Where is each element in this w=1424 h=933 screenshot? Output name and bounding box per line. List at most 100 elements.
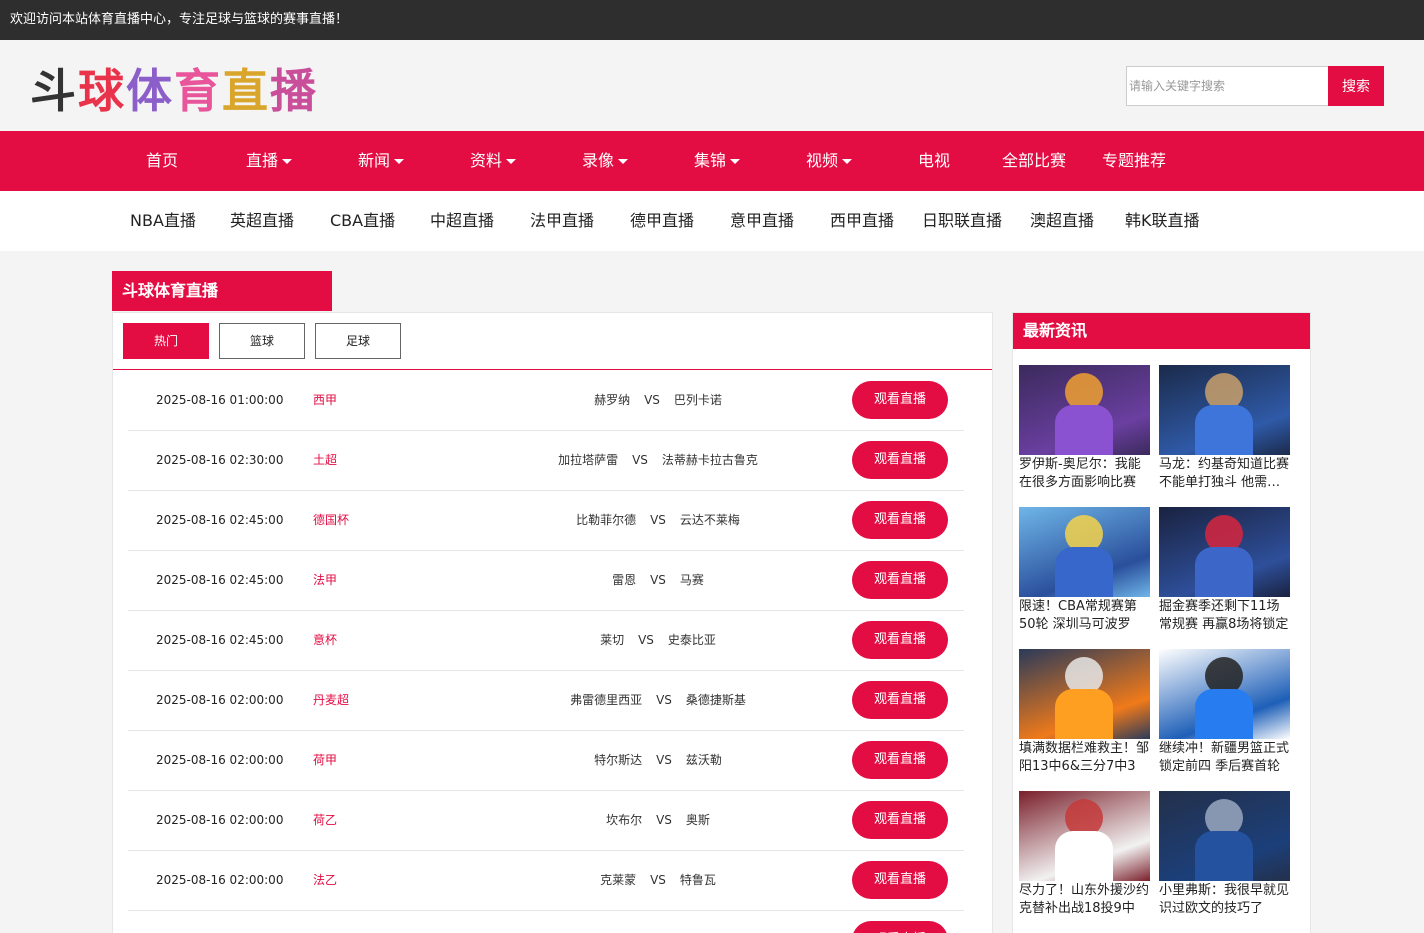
away-team: 法蒂赫卡拉古鲁克 (661, 453, 758, 467)
news-thumbnail[interactable] (1159, 791, 1290, 881)
news-card[interactable]: 罗伊斯-奥尼尔：我能在很多方面影响比赛 (1019, 365, 1151, 492)
nav-item-video[interactable]: 视频 (806, 131, 853, 191)
news-caption[interactable]: 继续冲！新疆男篮正式锁定前四 季后赛首轮 (1159, 740, 1291, 776)
news-caption[interactable]: 尽力了！山东外援沙约克替补出战18投9中 (1019, 882, 1151, 918)
watch-live-button[interactable]: 观看直播 (852, 741, 948, 779)
watch-live-button[interactable]: 观看直播 (852, 501, 948, 539)
match-row: 2025-08-16 02:30:00 土超 加拉塔萨雷 VS 法蒂赫卡拉古鲁克 观看直播 (128, 431, 964, 491)
nav-item-topics[interactable]: 专题推荐 (1102, 131, 1166, 191)
logo-char: 体 (126, 64, 174, 118)
watch-live-button[interactable]: 观看直播 (852, 921, 948, 933)
league-link-epl[interactable]: 英超直播 (230, 191, 294, 251)
watch-live-button[interactable]: 观看直播 (852, 561, 948, 599)
home-team: 雷恩 (612, 573, 637, 587)
player-figure (1055, 547, 1113, 597)
news-thumbnail[interactable] (1019, 649, 1150, 739)
news-thumbnail[interactable] (1159, 507, 1290, 597)
league-link-jleague[interactable]: 日职联直播 (922, 191, 1002, 251)
match-league-link[interactable]: 丹麦超 (313, 671, 349, 730)
league-link-cba[interactable]: CBA直播 (330, 191, 395, 251)
match-teams: 雷恩 VS 马赛 (458, 551, 858, 610)
away-team: 史泰比亚 (667, 633, 716, 647)
news-thumbnail[interactable] (1159, 365, 1290, 455)
news-caption[interactable]: 罗伊斯-奥尼尔：我能在很多方面影响比赛 (1019, 456, 1151, 492)
match-time: 2025-08-16 02:45:00 (156, 573, 284, 587)
logo-char: 直 (222, 64, 270, 118)
match-row: 观看直播 (128, 911, 964, 933)
chevron-down-icon (394, 159, 405, 164)
vs-label: VS (650, 873, 666, 887)
tab-hot[interactable]: 热门 (123, 323, 209, 359)
home-team: 特尔斯达 (594, 753, 643, 767)
news-caption[interactable]: 填满数据栏难救主！邹阳13中6&三分7中3 (1019, 740, 1151, 776)
tab-basketball[interactable]: 篮球 (219, 323, 305, 359)
vs-label: VS (632, 453, 648, 467)
league-link-bundesliga[interactable]: 德甲直播 (630, 191, 694, 251)
news-card[interactable]: 尽力了！山东外援沙约克替补出战18投9中 (1019, 791, 1151, 918)
nav-label: 录像 (582, 151, 615, 170)
news-card[interactable]: 马龙：约基奇知道比赛不能单打独斗 他需要队友 (1159, 365, 1291, 492)
match-league-link[interactable]: 西甲 (313, 371, 337, 430)
nav-item-news[interactable]: 新闻 (358, 131, 405, 191)
match-league-link[interactable]: 法乙 (313, 851, 337, 910)
news-card[interactable]: 小里弗斯：我很早就见识过欧文的技巧了 (1159, 791, 1291, 918)
league-link-laliga[interactable]: 西甲直播 (830, 191, 894, 251)
league-link-csl[interactable]: 中超直播 (430, 191, 494, 251)
player-figure (1055, 689, 1113, 739)
league-link-aleague[interactable]: 澳超直播 (1030, 191, 1094, 251)
nav-item-tv[interactable]: 电视 (918, 131, 950, 191)
news-card[interactable]: 填满数据栏难救主！邹阳13中6&三分7中3 (1019, 649, 1151, 776)
vs-label: VS (650, 513, 666, 527)
league-link-nba[interactable]: NBA直播 (130, 191, 196, 251)
watch-live-button[interactable]: 观看直播 (852, 621, 948, 659)
player-figure (1195, 547, 1253, 597)
news-caption[interactable]: 小里弗斯：我很早就见识过欧文的技巧了 (1159, 882, 1291, 918)
match-league-link[interactable]: 意杯 (313, 611, 337, 670)
nav-item-replay[interactable]: 录像 (582, 131, 629, 191)
news-caption[interactable]: 马龙：约基奇知道比赛不能单打独斗 他需要队友 (1159, 456, 1291, 492)
news-card[interactable]: 限速！CBA常规赛第50轮 深圳马可波罗 (1019, 507, 1151, 634)
news-caption[interactable]: 限速！CBA常规赛第50轮 深圳马可波罗 (1019, 598, 1151, 634)
match-time: 2025-08-16 02:45:00 (156, 513, 284, 527)
news-thumbnail[interactable] (1019, 507, 1150, 597)
match-time: 2025-08-16 02:00:00 (156, 873, 284, 887)
home-team: 赫罗纳 (594, 393, 631, 407)
nav-item-live[interactable]: 直播 (246, 131, 293, 191)
match-league-link[interactable]: 德国杯 (313, 491, 349, 550)
match-league-link[interactable]: 土超 (313, 431, 337, 490)
news-thumbnail[interactable] (1019, 365, 1150, 455)
match-league-link[interactable]: 荷甲 (313, 731, 337, 790)
watch-live-button[interactable]: 观看直播 (852, 681, 948, 719)
nav-item-all-matches[interactable]: 全部比赛 (1002, 131, 1066, 191)
search-input[interactable] (1126, 66, 1328, 106)
news-thumbnail[interactable] (1159, 649, 1290, 739)
news-thumbnail[interactable] (1019, 791, 1150, 881)
nav-item-data[interactable]: 资料 (470, 131, 517, 191)
search-button[interactable]: 搜索 (1328, 66, 1384, 106)
match-teams: 比勒菲尔德 VS 云达不莱梅 (458, 491, 858, 550)
chevron-down-icon (730, 159, 741, 164)
away-team: 特鲁瓦 (679, 873, 716, 887)
news-card[interactable]: 掘金赛季还剩下11场常规赛 再赢8场将锁定 (1159, 507, 1291, 634)
league-link-seriea[interactable]: 意甲直播 (730, 191, 794, 251)
league-link-ligue1[interactable]: 法甲直播 (530, 191, 594, 251)
player-figure (1055, 831, 1113, 881)
match-league-link[interactable]: 法甲 (313, 551, 337, 610)
match-teams: 赫罗纳 VS 巴列卡诺 (458, 371, 858, 430)
match-row: 2025-08-16 02:00:00 荷乙 坎布尔 VS 奥斯 观看直播 (128, 791, 964, 851)
nav-item-highlights[interactable]: 集锦 (694, 131, 741, 191)
match-teams: 莱切 VS 史泰比亚 (458, 611, 858, 670)
league-link-kleague[interactable]: 韩K联直播 (1125, 191, 1200, 251)
news-caption[interactable]: 掘金赛季还剩下11场常规赛 再赢8场将锁定 (1159, 598, 1291, 634)
away-team: 奥斯 (685, 813, 710, 827)
news-card[interactable]: 继续冲！新疆男篮正式锁定前四 季后赛首轮 (1159, 649, 1291, 776)
sidebar-title: 最新资讯 (1013, 313, 1310, 349)
watch-live-button[interactable]: 观看直播 (852, 801, 948, 839)
watch-live-button[interactable]: 观看直播 (852, 861, 948, 899)
nav-item-home[interactable]: 首页 (146, 131, 178, 191)
watch-live-button[interactable]: 观看直播 (852, 381, 948, 419)
match-league-link[interactable]: 荷乙 (313, 791, 337, 850)
tab-football[interactable]: 足球 (315, 323, 401, 359)
watch-live-button[interactable]: 观看直播 (852, 441, 948, 479)
site-logo[interactable]: 斗 球 体 育 直 播 (30, 60, 318, 118)
